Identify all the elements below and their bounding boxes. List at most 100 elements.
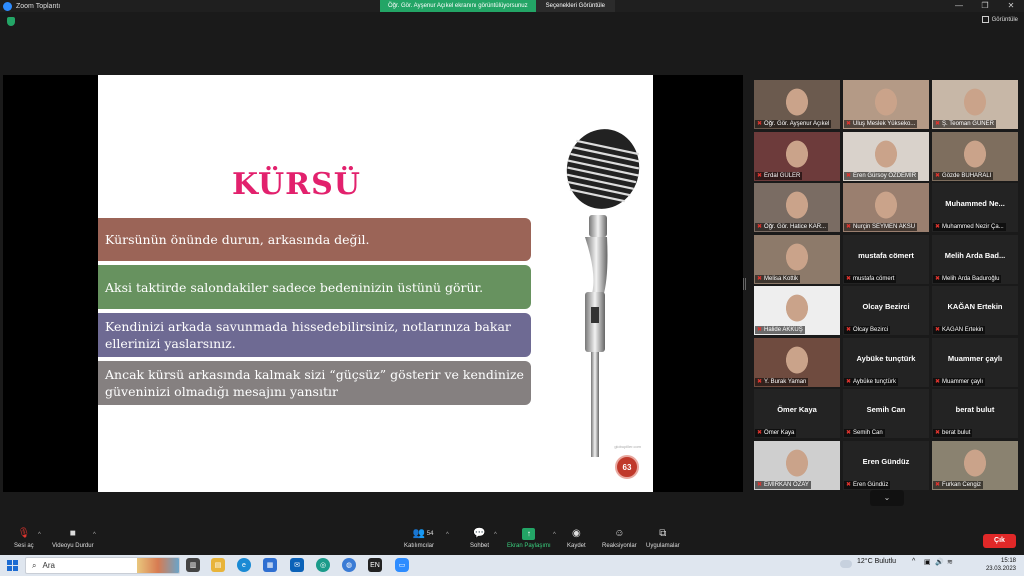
chrome-icon[interactable]: ◎ — [316, 558, 330, 572]
share-arrow-icon: ↑ — [522, 528, 536, 540]
participant-label: ✖ berat bulut — [933, 429, 973, 437]
taskbar-search[interactable]: ⌕ Ara — [25, 557, 180, 574]
participant-tile[interactable]: ✖ Öğr. Gör. Ayşenur Açıkel — [754, 80, 840, 129]
participant-tile[interactable]: Melih Arda Bad... ✖ Melih Arda Baduroğlu — [932, 234, 1018, 284]
participant-tile[interactable]: ✖ Nurçin SEYMEN AKSU — [843, 183, 929, 232]
shield-icon[interactable] — [7, 17, 15, 26]
microphone-muted-icon: ✖ — [846, 172, 852, 179]
windows-taskbar: ⌕ Ara ▥ ▤ e ▦ ✉ ◎ ◍ EN ▭ 12°C Bulutlu ^ … — [0, 555, 1024, 576]
window-controls: — ❐ ✕ — [946, 0, 1024, 12]
microphone-muted-icon: ✖ — [935, 224, 941, 230]
wifi-icon[interactable]: ≋ — [947, 558, 953, 566]
participant-label: ✖ Semih Can — [844, 429, 885, 437]
share-screen-button[interactable]: ↑ Ekran Paylaşımı — [507, 528, 551, 549]
zoom-taskbar-icon[interactable]: ▭ — [395, 558, 409, 572]
file-explorer-icon[interactable]: ▤ — [211, 558, 225, 572]
participant-name-display: KAĞAN Ertekin — [947, 302, 1003, 311]
browser-icon[interactable]: ◍ — [342, 558, 356, 572]
participant-name-display: Aybüke tunçtürk — [856, 353, 916, 363]
video-options-caret-icon[interactable]: ^ — [93, 532, 96, 538]
participants-caret-icon[interactable]: ^ — [446, 532, 449, 538]
participant-tile[interactable]: Olcay Bezirci ✖ Olcay Bezirci — [843, 286, 929, 335]
participant-name-display: Ömer Kaya — [777, 405, 817, 414]
edge-icon[interactable]: e — [237, 558, 251, 572]
microphone-muted-icon: ✖ — [757, 481, 763, 488]
chat-label: Sohbet — [470, 543, 490, 549]
stop-video-button[interactable]: ■ Videoyu Durdur — [52, 528, 94, 549]
participant-tile[interactable]: Eren Gündüz ✖ Eren Gündüz — [843, 440, 929, 490]
participant-name-display: Melih Arda Bad... — [944, 250, 1006, 260]
participant-tile[interactable]: ✖ Ş. Teoman GÜNER — [932, 80, 1018, 129]
participant-name: Semih Can — [853, 430, 883, 436]
unmute-button[interactable]: 🎙 Sesi aç — [14, 528, 34, 549]
participant-tile[interactable]: Muammer çaylı ✖ Muammer çaylı — [932, 337, 1018, 387]
chat-caret-icon[interactable]: ^ — [494, 532, 497, 538]
clock-date: 23.03.2023 — [985, 566, 1016, 572]
participant-tile[interactable]: Muhammed Ne... ✖ Muhammed Nezir Ça... — [932, 183, 1018, 232]
participant-tile[interactable]: ✖ Eren Gürsoy ÖZDEMİR — [843, 131, 929, 181]
record-label: Kaydet — [567, 543, 586, 549]
microphone-muted-icon: ✖ — [935, 378, 941, 385]
participant-tile[interactable]: Semih Can ✖ Semih Can — [843, 389, 929, 438]
share-caret-icon[interactable]: ^ — [553, 532, 556, 538]
grid-icon — [981, 16, 989, 23]
mail-icon[interactable]: ✉ — [290, 558, 304, 572]
participant-tile[interactable]: ✖ Furkan Cengiz — [932, 440, 1018, 490]
participant-tile[interactable]: ✖ Erdal GÜLER — [754, 131, 840, 181]
record-button[interactable]: ◉ Kaydet — [567, 528, 586, 549]
chat-button[interactable]: 💬 Sohbet — [470, 528, 489, 549]
audio-options-caret-icon[interactable]: ^ — [38, 532, 41, 538]
participant-name: Nurçin SEYMEN AKSU — [853, 224, 916, 230]
participant-name-display: Olcay Bezirci — [862, 302, 910, 311]
chevron-up-icon[interactable]: ^ — [912, 558, 915, 565]
volume-icon[interactable]: 🔊 — [935, 558, 944, 566]
task-view-icon[interactable]: ▥ — [186, 558, 200, 572]
store-icon[interactable]: ▦ — [263, 558, 277, 572]
participant-name: Halide AKKUŞ — [764, 327, 803, 333]
system-clock[interactable]: 15:18 23.03.2023 — [986, 557, 1016, 573]
zoom-logo-icon — [3, 1, 12, 11]
participant-tile[interactable]: ✖ Uluş Meslek Yüksekо... — [843, 80, 929, 129]
windows-start-icon[interactable] — [7, 560, 18, 571]
close-button[interactable]: ✕ — [998, 0, 1024, 12]
reactions-button[interactable]: ☺ Reaksiyonlar — [602, 528, 637, 549]
view-button[interactable]: Görüntüle — [981, 16, 1018, 23]
participant-tile[interactable]: Ömer Kaya ✖ Ömer Kaya — [754, 389, 840, 438]
view-options-button[interactable]: Seçenekleri Görüntüle — [535, 0, 616, 12]
participant-tile[interactable]: KAĞAN Ertekin ✖ KAĞAN Ertekin — [932, 286, 1018, 335]
participant-name-display: Eren Gündüz — [862, 456, 910, 466]
microphone-muted-icon: ✖ — [935, 121, 941, 127]
window-title: Zoom Toplantı — [16, 2, 61, 10]
participant-label: ✖ Eren Gündüz — [844, 480, 891, 489]
participant-tile[interactable]: ✖ Halide AKKUŞ — [754, 286, 840, 335]
participant-tile[interactable]: ✖ Y. Burak Yaman — [754, 337, 840, 387]
participants-button[interactable]: 👥 54 Katılımcılar — [404, 528, 434, 549]
shared-screen: KÜRSÜ Kürsünün önünde durun, arkasında d… — [3, 75, 743, 492]
participant-tile[interactable]: ✖ Melisa Kottik — [754, 234, 840, 284]
participant-name: Ömer Kaya — [764, 430, 795, 436]
weather-text[interactable]: 12°C Bulutlu — [857, 558, 896, 565]
participant-name: Y. Burak Yaman — [764, 378, 807, 385]
participant-tile[interactable]: ✖ EMİRKAN ÖZAY — [754, 440, 840, 490]
chevron-down-icon[interactable]: ⌄ — [870, 490, 904, 506]
apps-button[interactable]: ⧉ Uygulamalar — [646, 528, 680, 549]
participant-name: Furkan Cengiz — [942, 481, 982, 488]
tray-app-icon[interactable]: ▣ — [924, 558, 931, 566]
microphone-muted-icon: ✖ — [757, 378, 763, 385]
participant-label: ✖ Halide AKKUŞ — [755, 326, 805, 334]
participant-tile[interactable]: ✖ Gözde BUHARALI — [932, 131, 1018, 181]
participant-tile[interactable]: Aybüke tunçtürk ✖ Aybüke tunçtürk — [843, 337, 929, 387]
participant-tile[interactable]: berat bulut ✖ berat bulut — [932, 389, 1018, 438]
participant-tile[interactable]: mustafa cömert ✖ mustafa cömert — [843, 234, 929, 284]
participant-label: ✖ Olcay Bezirci — [844, 326, 891, 334]
participant-name-display: mustafa cömert — [858, 250, 914, 260]
panel-resize-handle[interactable] — [743, 278, 746, 290]
leave-button[interactable]: Çık — [983, 534, 1016, 548]
participant-tile[interactable]: ✖ Öğr. Gör. Hatice KAR... — [754, 183, 840, 232]
language-icon[interactable]: EN — [368, 558, 382, 572]
minimize-button[interactable]: — — [946, 0, 972, 12]
participant-name: Uluş Meslek Yüksekо... — [853, 121, 916, 127]
maximize-button[interactable]: ❐ — [972, 0, 998, 12]
microphone-muted-icon: ✖ — [757, 275, 763, 282]
participant-label: ✖ Nurçin SEYMEN AKSU — [844, 223, 918, 231]
